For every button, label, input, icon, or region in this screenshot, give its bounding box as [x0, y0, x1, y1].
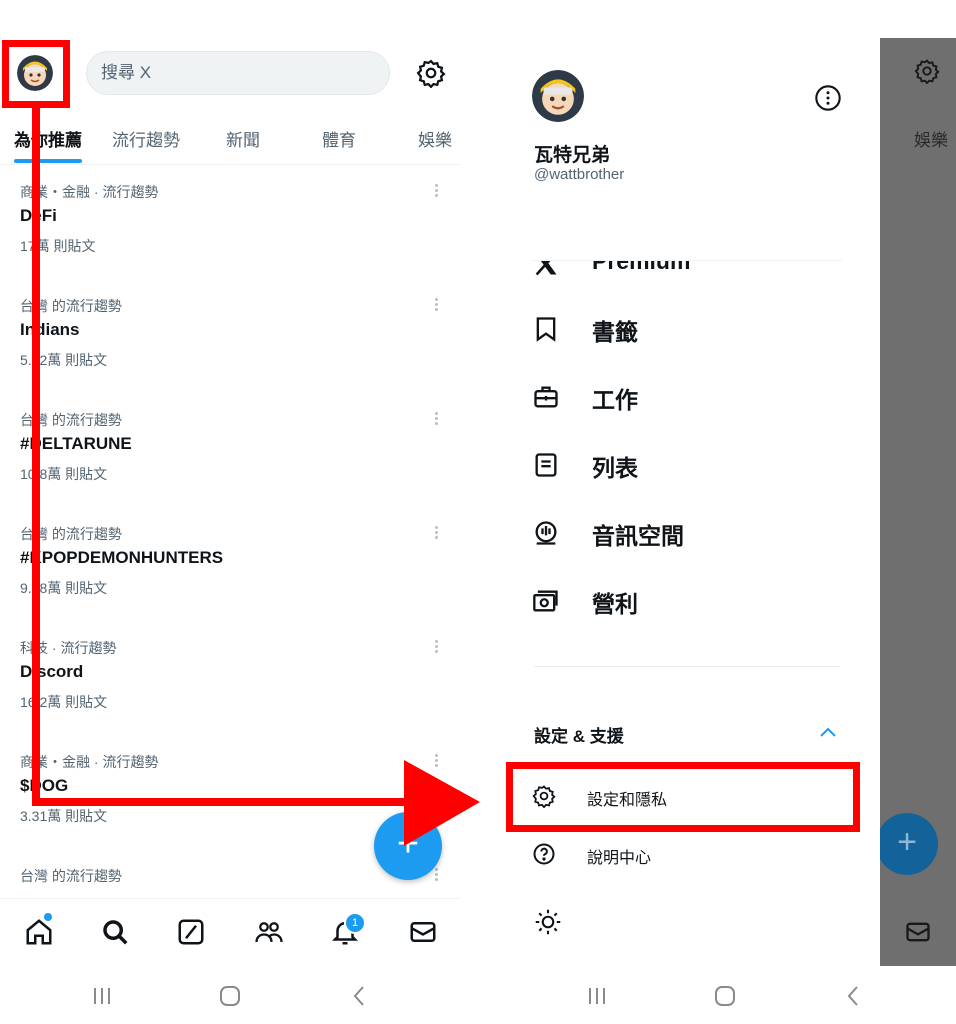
profile-avatar[interactable]: [532, 70, 584, 122]
active-tab-indicator: [14, 159, 82, 163]
section-divider: [534, 666, 840, 667]
search-icon[interactable]: [100, 917, 130, 947]
trend-name: Discord: [20, 662, 84, 681]
trend-context: 台灣 的流行趨勢: [20, 868, 122, 884]
trend-name: #DELTARUNE: [20, 434, 132, 453]
monetization-icon: [532, 587, 560, 615]
recent-apps-icon[interactable]: [585, 974, 609, 1018]
trend-name: $DOG: [20, 776, 69, 795]
trend-item[interactable]: 科技 · 流行趨勢 Discord 16.2萬 則貼文: [0, 638, 460, 748]
more-options-icon[interactable]: [432, 296, 440, 314]
menu-item-label: 列表: [592, 455, 638, 481]
trend-context: 台灣 的流行趨勢: [20, 526, 122, 542]
display-name: 瓦特兄弟: [534, 145, 611, 166]
chevron-up-icon[interactable]: [818, 724, 838, 740]
trend-post-count: 17萬 則貼文: [20, 238, 96, 254]
trend-context: 台灣 的流行趨勢: [20, 298, 122, 314]
trend-name: DeFi: [20, 206, 57, 225]
help-center-item[interactable]: 說明中心: [532, 834, 852, 874]
account-options-icon[interactable]: [814, 84, 842, 112]
trend-post-count: 16.2萬 則貼文: [20, 694, 108, 710]
system-home-icon[interactable]: [713, 974, 737, 1018]
trend-post-count: 5.12萬 則貼文: [20, 352, 108, 368]
search-input[interactable]: 搜尋 X: [86, 51, 390, 95]
compose-post-button[interactable]: +: [374, 812, 442, 880]
back-icon[interactable]: [348, 974, 372, 1018]
more-options-icon[interactable]: [432, 182, 440, 200]
trend-item[interactable]: 台灣 的流行趨勢 #DELTARUNE 10.8萬 則貼文: [0, 410, 460, 520]
help-icon: [532, 842, 556, 866]
trend-item[interactable]: 台灣 的流行趨勢 #KPOPDEMONHUNTERS 9.18萬 則貼文: [0, 524, 460, 634]
spaces-icon: [532, 519, 560, 547]
user-handle: @wattbrother: [534, 166, 625, 183]
settings-gear-icon[interactable]: [416, 58, 446, 89]
trend-name: Indians: [20, 320, 80, 339]
bookmark-icon: [532, 315, 560, 343]
trend-post-count: 9.18萬 則貼文: [20, 580, 108, 596]
settings-support-header[interactable]: 設定 & 支援: [534, 722, 624, 747]
bottom-navigation: [0, 898, 460, 965]
menu-item-label: 音訊空間: [592, 523, 684, 549]
gear-icon: [914, 59, 940, 84]
messages-icon: [906, 922, 930, 942]
trend-post-count: 10.8萬 則貼文: [20, 466, 108, 482]
menu-item-bookmarks[interactable]: 書籤: [532, 307, 852, 351]
menu-item-jobs[interactable]: 工作: [532, 375, 852, 419]
back-icon[interactable]: [842, 974, 866, 1018]
sun-icon[interactable]: [534, 908, 562, 936]
highlight-avatar-box: [2, 40, 70, 108]
trend-context: 科技 · 流行趨勢: [20, 640, 117, 656]
scroll-edge: [532, 248, 842, 261]
menu-item-lists[interactable]: 列表: [532, 443, 852, 487]
menu-item-label: 書籤: [592, 319, 638, 345]
menu-item-spaces[interactable]: 音訊空間: [532, 511, 852, 555]
trend-context: 台灣 的流行趨勢: [20, 412, 122, 428]
trend-name: #KPOPDEMONHUNTERS: [20, 548, 224, 567]
more-options-icon[interactable]: [432, 638, 440, 656]
background-compose-button: +: [880, 813, 938, 875]
more-options-icon[interactable]: [432, 524, 440, 542]
trend-context: 商業・金融 · 流行趨勢: [20, 184, 159, 200]
tab-for-you[interactable]: 為你推薦: [14, 126, 82, 151]
highlight-settings-box: [506, 762, 860, 832]
background-tab-label: 娛樂: [914, 131, 948, 150]
more-options-icon[interactable]: [432, 752, 440, 770]
trend-post-count: 3.31萬 則貼文: [20, 808, 108, 824]
messages-icon[interactable]: [408, 917, 438, 947]
sub-item-label: 說明中心: [587, 850, 652, 867]
menu-item-label: 營利: [592, 591, 638, 617]
menu-item-label: 工作: [592, 387, 638, 413]
tab-sports[interactable]: 體育: [322, 126, 356, 151]
trend-context: 商業・金融 · 流行趨勢: [20, 754, 159, 770]
trend-item[interactable]: 商業・金融 · 流行趨勢 DeFi 17萬 則貼文: [0, 182, 460, 292]
explore-tabs: 為你推薦 流行趨勢 新聞 體育 娛樂: [0, 114, 460, 165]
tab-entertainment[interactable]: 娛樂: [418, 126, 452, 151]
grok-icon[interactable]: [176, 917, 206, 947]
list-icon: [532, 451, 560, 479]
trend-item[interactable]: 台灣 的流行趨勢 Indians 5.12萬 則貼文: [0, 296, 460, 406]
home-unread-dot: [44, 913, 52, 921]
more-options-icon[interactable]: [432, 410, 440, 428]
recent-apps-icon[interactable]: [90, 974, 114, 1018]
home-icon[interactable]: [24, 917, 54, 947]
notification-badge: 1: [344, 912, 366, 934]
explore-screen: 搜尋 X 為你推薦 流行趨勢 新聞 體育 娛樂 商業・金融 · 流行趨勢 DeF…: [0, 0, 460, 1024]
communities-icon[interactable]: [254, 917, 284, 947]
tab-trending[interactable]: 流行趨勢: [112, 126, 180, 151]
tab-news[interactable]: 新聞: [226, 126, 260, 151]
menu-item-monetization[interactable]: 營利: [532, 579, 852, 623]
system-home-icon[interactable]: [218, 974, 242, 1018]
dimmed-background[interactable]: 娛樂 +: [880, 38, 956, 966]
briefcase-icon: [532, 383, 560, 411]
